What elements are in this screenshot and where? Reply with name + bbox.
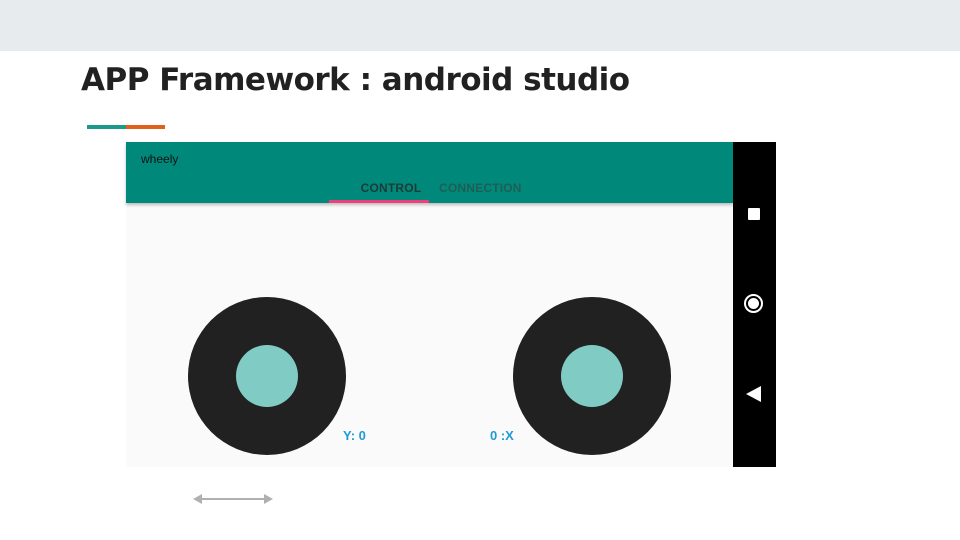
tab-connection[interactable]: CONNECTION	[439, 181, 521, 195]
home-circle-icon[interactable]	[744, 294, 763, 313]
tab-control[interactable]: CONTROL	[351, 181, 431, 195]
phone-screenshot: wheely CONTROL CONNECTION Y: 0 0 :X	[126, 142, 776, 467]
right-joystick[interactable]	[513, 297, 671, 455]
slide-title: APP Framework : android studio	[81, 62, 630, 98]
right-joystick-knob[interactable]	[561, 345, 623, 407]
double-headed-arrow-icon	[193, 494, 273, 504]
app-content-area: wheely CONTROL CONNECTION Y: 0 0 :X	[126, 142, 733, 467]
app-bar: wheely CONTROL CONNECTION	[126, 142, 733, 203]
x-readout: 0 :X	[490, 428, 514, 443]
accent-segment-orange	[126, 125, 165, 129]
back-triangle-icon[interactable]	[746, 386, 761, 402]
slide-top-band	[0, 0, 960, 51]
left-joystick[interactable]	[188, 297, 346, 455]
title-accent-line	[87, 125, 165, 129]
accent-segment-teal	[87, 125, 126, 129]
app-title: wheely	[141, 152, 179, 166]
selected-tab-indicator	[329, 200, 429, 203]
recents-square-icon[interactable]	[748, 208, 760, 220]
y-readout: Y: 0	[343, 428, 366, 443]
android-navigation-bar	[733, 142, 776, 467]
left-joystick-knob[interactable]	[236, 345, 298, 407]
arrow-head-right	[264, 494, 273, 504]
arrow-head-left	[193, 494, 202, 504]
